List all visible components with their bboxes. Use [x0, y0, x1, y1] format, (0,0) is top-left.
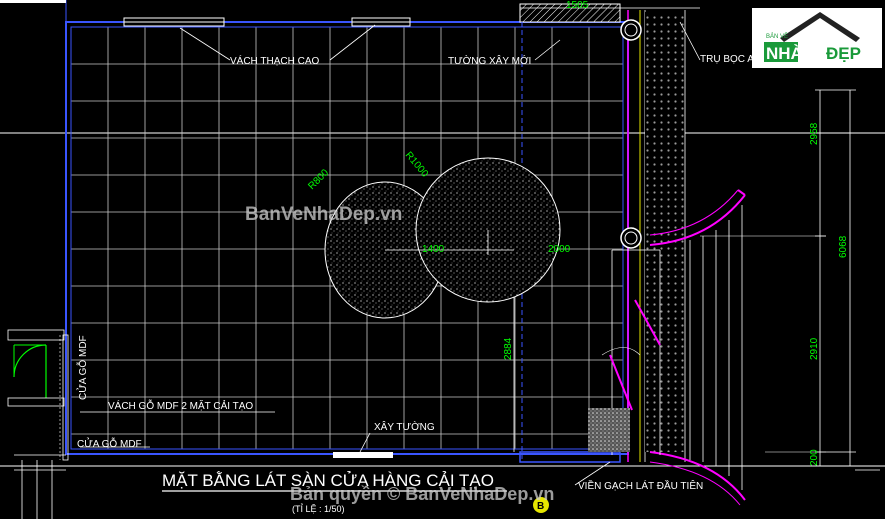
label-build-wall: XÂY TƯỜNG [374, 420, 435, 433]
dim-right-lower: 200 [809, 449, 820, 466]
logo-top-text: BẢN VẼ [766, 33, 788, 40]
dim-horizontal-2: 2000 [548, 244, 571, 255]
logo-brand-right: ĐẸP [826, 44, 861, 63]
facade [588, 10, 746, 506]
brand-logo: BẢN VẼ NHÀ ĐẸP [752, 8, 882, 68]
watermark-center: BanVeNhaDep.vn [245, 204, 402, 225]
dim-vertical-left: 2884 [503, 337, 514, 360]
floor-plan-drawing: VÁCH THẠCH CAO TƯỜNG XÂY MỚI TRỤ BỌC AL … [0, 0, 885, 519]
dim-top: 1505 [566, 0, 589, 11]
label-first-tile-border: VIỀN GẠCH LÁT ĐẦU TIÊN [578, 479, 703, 492]
label-mdf-partition: VÁCH GỖ MDF 2 MẶT CẢI TẠO [108, 399, 253, 412]
dim-right-total: 6068 [838, 235, 849, 258]
label-column-clad: TRỤ BỌC AL [700, 54, 760, 65]
label-mdf-door: CỬA GỖ MDF [77, 437, 142, 450]
dim-right-upper: 2958 [809, 122, 820, 145]
floor-pattern [324, 157, 561, 319]
right-dimensions [700, 89, 880, 471]
dim-horizontal-1: 1400 [422, 244, 445, 255]
dim-radius-1: R800 [306, 167, 331, 192]
drawing-scale: (TỈ LỆ : 1/50) [292, 503, 345, 514]
label-new-wall: TƯỜNG XÂY MỚI [448, 54, 531, 67]
label-mdf-door-vertical: CỬA GỖ MDF [76, 335, 89, 400]
logo-brand-left: NHÀ [766, 44, 803, 63]
label-gypsum-partition: VÁCH THẠCH CAO [230, 54, 319, 67]
watermark-bottom: Bản quyền © BanVeNhaDep.vn [290, 484, 554, 504]
cad-viewport: VÁCH THẠCH CAO TƯỜNG XÂY MỚI TRỤ BỌC AL … [0, 0, 885, 519]
dim-right-middle: 2910 [809, 337, 820, 360]
left-doors [0, 0, 69, 519]
